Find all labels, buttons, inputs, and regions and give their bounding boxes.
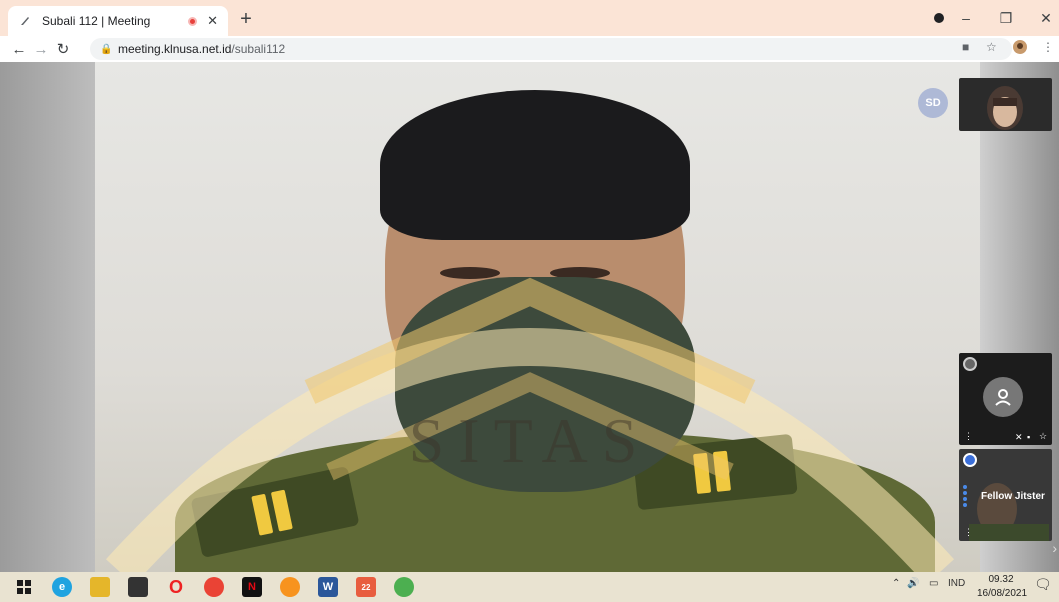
bookmark-star-icon[interactable]: ☆ bbox=[986, 40, 997, 54]
notification-badge: 22 bbox=[361, 582, 371, 592]
browser-toolbar: ← → ↻ 🔒 meeting.klnusa.net.id/subali112 … bbox=[0, 36, 1059, 62]
thumbnail-menu-icon[interactable]: ⋮ bbox=[964, 431, 973, 442]
connection-indicator-icon bbox=[963, 357, 977, 371]
participant-thumbnail-1[interactable] bbox=[959, 78, 1052, 131]
netflix-icon[interactable]: N bbox=[242, 577, 262, 597]
close-tab-icon[interactable]: ✕ bbox=[207, 13, 218, 29]
left-shade bbox=[0, 62, 95, 572]
moderator-star-icon: ☆ bbox=[1039, 431, 1048, 441]
browser-menu-icon[interactable]: ⋮ bbox=[1042, 40, 1054, 54]
file-explorer-icon[interactable] bbox=[90, 577, 110, 597]
participant-video-icon bbox=[987, 86, 1023, 130]
participant-name: Fellow Jitster bbox=[981, 491, 1045, 502]
participant-avatar-sd[interactable]: SD bbox=[918, 88, 948, 118]
participant-thumbnail-2[interactable]: ⋮ ✕ ▪ ☆ bbox=[959, 353, 1052, 445]
taskbar: e O N W 22 ⌃ 🔊 ▭ IND 09.32 16/08/2021 🗨 bbox=[0, 572, 1059, 602]
speaker-hair bbox=[380, 90, 690, 240]
speaker-face-mask bbox=[395, 277, 695, 492]
speaker-eye-left bbox=[440, 267, 500, 279]
action-center-icon[interactable]: 🗨 bbox=[1034, 576, 1052, 593]
url-host: meeting.klnusa.net.id bbox=[118, 42, 232, 56]
restore-button[interactable]: ❐ bbox=[986, 0, 1026, 36]
camera-off-icon: ▪ bbox=[1027, 432, 1031, 442]
windows-start-icon[interactable] bbox=[14, 577, 34, 597]
participant-thumbnail-3[interactable]: Fellow Jitster ⋮ bbox=[959, 449, 1052, 541]
clock-date: 16/08/2021 bbox=[977, 588, 1028, 599]
main-video bbox=[95, 62, 980, 572]
clock-time: 09.32 bbox=[988, 574, 1014, 585]
thumbnail-menu-icon[interactable]: ⋮ bbox=[964, 527, 973, 538]
recording-indicator-icon bbox=[188, 16, 198, 26]
firefox-browser-icon[interactable] bbox=[280, 577, 300, 597]
minimize-button[interactable]: – bbox=[946, 0, 986, 36]
store-icon[interactable] bbox=[128, 577, 148, 597]
back-arrow-icon[interactable]: ← bbox=[8, 41, 30, 58]
chevron-right-icon[interactable]: › bbox=[1052, 540, 1057, 556]
audio-level-icon bbox=[963, 485, 967, 509]
close-window-button[interactable]: ✕ bbox=[1026, 0, 1059, 36]
mic-muted-icon: ✕ bbox=[1015, 432, 1023, 442]
notification-app-icon[interactable]: 22 bbox=[356, 577, 376, 597]
chrome-profile-icon[interactable] bbox=[394, 577, 414, 597]
reload-icon[interactable]: ↻ bbox=[52, 40, 74, 58]
meeting-favicon-icon bbox=[18, 14, 32, 28]
tab-title: Subali 112 | Meeting bbox=[42, 14, 151, 28]
profile-avatar-icon[interactable] bbox=[1012, 39, 1028, 58]
edge-browser-icon[interactable]: e bbox=[52, 577, 72, 597]
show-hidden-icons-icon[interactable]: ⌃ bbox=[892, 578, 900, 589]
camera-icon[interactable]: ■ bbox=[962, 40, 969, 54]
default-avatar-icon bbox=[983, 377, 1023, 417]
battery-icon[interactable]: ▭ bbox=[929, 578, 938, 589]
word-icon[interactable]: W bbox=[318, 577, 338, 597]
system-clock[interactable]: 09.32 16/08/2021 bbox=[977, 573, 1028, 601]
forward-arrow-icon[interactable]: → bbox=[30, 41, 52, 58]
lock-icon: 🔒 bbox=[100, 43, 113, 55]
browser-tab-strip: Subali 112 | Meeting ✕ + – ❐ ✕ bbox=[0, 0, 1059, 36]
meeting-stage: SITAS SD ⋮ ✕ ▪ ☆ Fellow Jitster ⋮ › bbox=[0, 62, 1059, 572]
browser-tab[interactable]: Subali 112 | Meeting ✕ bbox=[8, 6, 228, 36]
address-bar[interactable]: 🔒 meeting.klnusa.net.id/subali112 bbox=[90, 38, 1012, 60]
language-indicator[interactable]: IND bbox=[948, 578, 965, 589]
new-tab-button[interactable]: + bbox=[234, 8, 258, 32]
url-path: /subali112 bbox=[231, 42, 286, 56]
opera-browser-icon[interactable]: O bbox=[166, 577, 186, 597]
chrome-browser-icon[interactable] bbox=[204, 577, 224, 597]
volume-icon[interactable]: 🔊 bbox=[907, 578, 919, 589]
